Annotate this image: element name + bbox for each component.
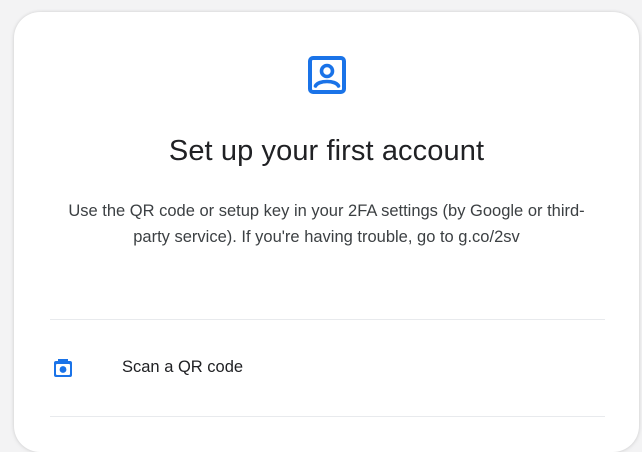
- account-box-icon: [307, 55, 347, 95]
- divider: [50, 416, 605, 417]
- scan-qr-code-label: Scan a QR code: [122, 358, 244, 376]
- setup-description: Use the QR code or setup key in your 2FA…: [68, 202, 585, 246]
- scan-qr-code-option[interactable]: Scan a QR code: [50, 320, 605, 416]
- setup-card: Set up your first account Use the QR cod…: [14, 12, 639, 452]
- camera-icon: [53, 358, 73, 378]
- page-title: Set up your first account: [168, 135, 485, 167]
